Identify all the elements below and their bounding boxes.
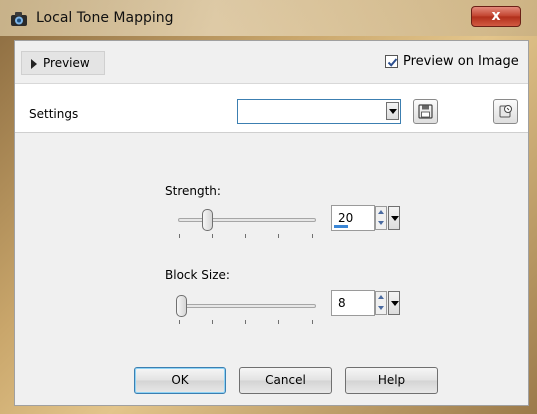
strength-slider-track (178, 218, 316, 222)
arrow-down-icon (378, 306, 384, 310)
slider-tick (245, 234, 246, 238)
dialog-body: Preview Preview on Image Settings Streng… (14, 40, 529, 406)
strength-value-field[interactable]: 20 (331, 205, 375, 231)
strength-spinbox[interactable]: 20 (331, 205, 411, 231)
ok-button[interactable]: OK (134, 367, 226, 394)
slider-tick (212, 320, 213, 324)
slider-tick (278, 234, 279, 238)
dropdown-button[interactable] (386, 102, 399, 120)
preview-on-image-checkbox[interactable] (385, 55, 398, 68)
slider-tick (212, 234, 213, 238)
chevron-down-icon (389, 109, 397, 114)
help-button[interactable]: Help (345, 367, 438, 394)
arrow-up-icon (378, 295, 384, 299)
preview-bar: Preview Preview on Image (15, 41, 528, 84)
chevron-down-icon (391, 216, 399, 221)
block-size-label: Block Size: (165, 268, 230, 282)
floppy-disk-icon (418, 104, 433, 119)
preset-manager-icon (499, 105, 512, 118)
settings-label: Settings (29, 107, 79, 121)
slider-tick (312, 234, 313, 238)
block-size-slider-track (178, 304, 316, 308)
slider-tick (179, 234, 180, 238)
title-bar[interactable]: Local Tone Mapping x (0, 0, 537, 36)
block-size-slider-thumb[interactable] (176, 295, 187, 317)
dialog-window: Local Tone Mapping x Preview Preview on … (0, 0, 537, 414)
strength-value-bar (334, 225, 348, 228)
block-size-value: 8 (338, 296, 346, 310)
strength-slider-thumb[interactable] (202, 209, 213, 231)
chevron-down-icon (391, 301, 399, 306)
slider-tick (278, 320, 279, 324)
strength-slider[interactable] (175, 208, 320, 238)
preview-on-image-label: Preview on Image (403, 54, 519, 69)
block-size-spinbox[interactable]: 8 (331, 290, 411, 316)
arrow-down-icon (378, 221, 384, 225)
save-preset-button[interactable] (413, 99, 438, 124)
arrow-up-icon (378, 210, 384, 214)
strength-stepper[interactable] (375, 206, 387, 230)
checkmark-icon (387, 58, 398, 67)
expand-arrow-icon (31, 59, 37, 69)
block-size-value-field[interactable]: 8 (331, 290, 375, 316)
camera-icon (10, 11, 28, 27)
window-title: Local Tone Mapping (36, 10, 174, 26)
preview-toggle-label: Preview (43, 56, 90, 70)
cancel-button[interactable]: Cancel (239, 367, 332, 394)
settings-preset-dropdown[interactable] (237, 99, 401, 124)
preset-manager-button[interactable] (493, 99, 518, 124)
settings-row: Settings (15, 84, 528, 133)
block-size-dropdown-button[interactable] (388, 291, 400, 315)
preview-toggle-button[interactable]: Preview (21, 51, 105, 75)
slider-tick (245, 320, 246, 324)
slider-tick (312, 320, 313, 324)
strength-dropdown-button[interactable] (388, 206, 400, 230)
close-button[interactable]: x (471, 6, 521, 27)
strength-value: 20 (338, 211, 354, 225)
block-size-slider[interactable] (175, 294, 320, 324)
block-size-stepper[interactable] (375, 291, 387, 315)
slider-tick (179, 320, 180, 324)
strength-label: Strength: (165, 184, 221, 198)
